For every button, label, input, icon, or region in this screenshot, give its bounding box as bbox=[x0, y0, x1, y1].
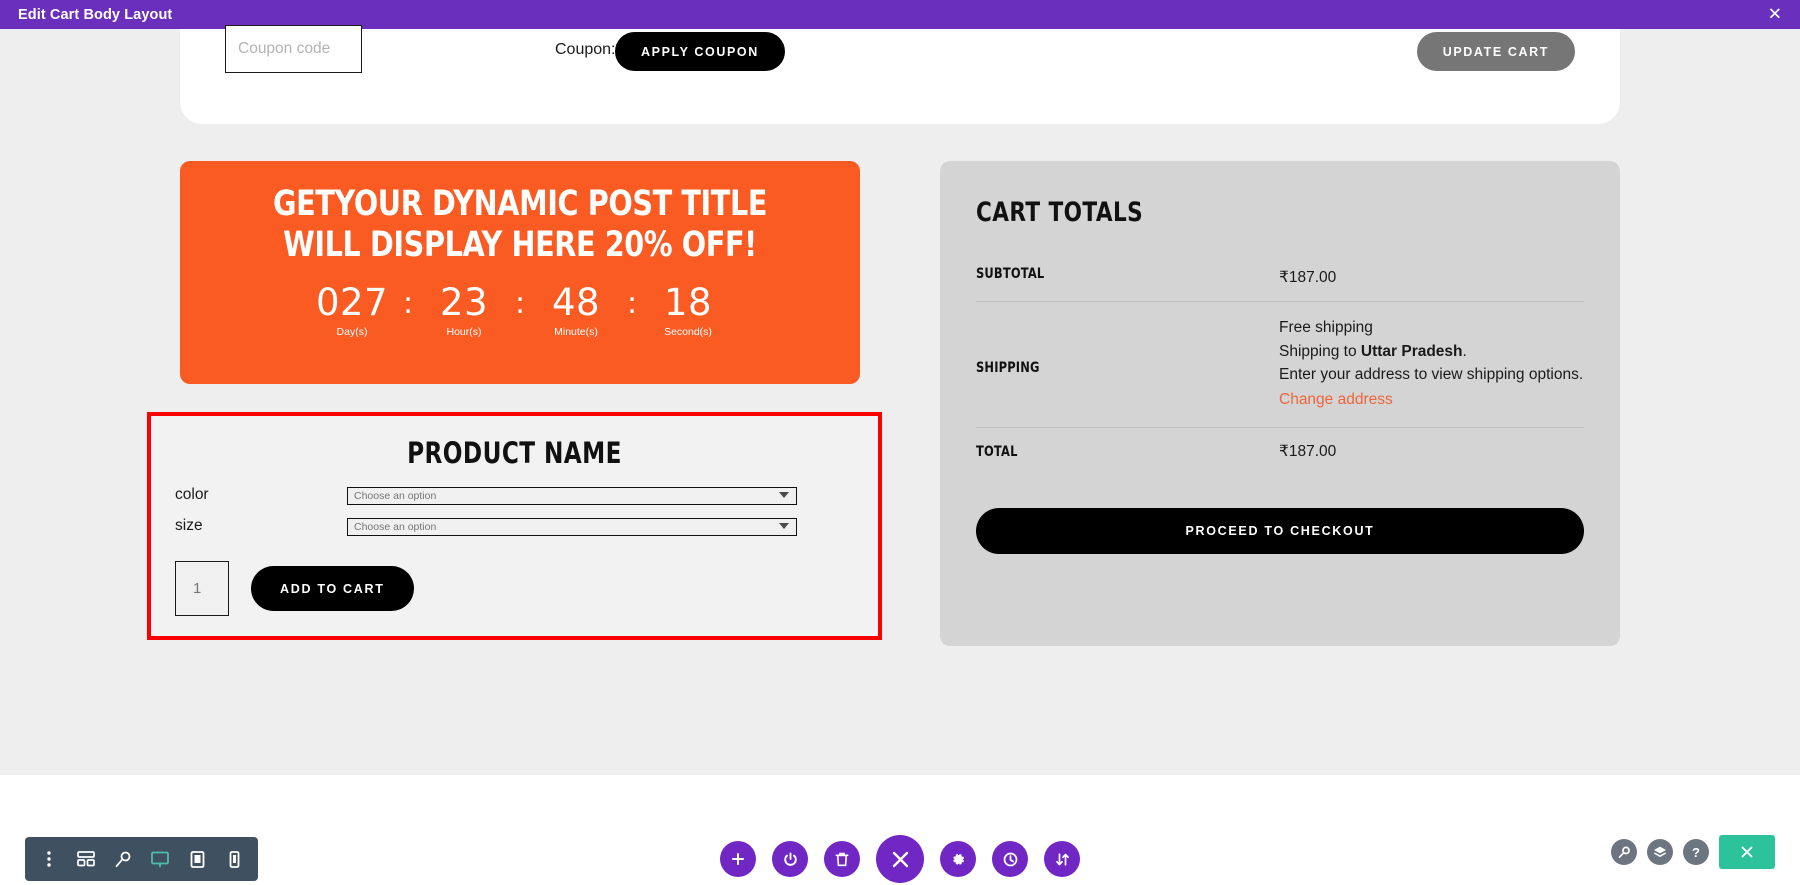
color-select-wrap bbox=[347, 486, 797, 505]
close-icon[interactable] bbox=[876, 835, 924, 883]
attribute-label: size bbox=[175, 517, 203, 534]
shipping-note: Enter your address to view shipping opti… bbox=[1279, 365, 1584, 383]
coupon-card: Coupon: APPLY COUPON UPDATE CART bbox=[180, 25, 1620, 124]
editor-help-toolbar: ? bbox=[1611, 835, 1775, 869]
tablet-icon[interactable] bbox=[181, 842, 213, 876]
add-to-cart-button[interactable]: ADD TO CART bbox=[251, 566, 414, 611]
cart-totals-title: CART TOTALS bbox=[976, 197, 1144, 228]
more-vertical-icon[interactable] bbox=[33, 842, 65, 876]
shipping-to-suffix: . bbox=[1462, 342, 1467, 360]
left-column: GETYOUR DYNAMIC POST TITLE WILL DISPLAY … bbox=[147, 161, 882, 640]
shipping-label: SHIPPING bbox=[976, 360, 1040, 377]
shipping-region: Uttar Pradesh bbox=[1360, 342, 1463, 360]
product-title: PRODUCT NAME bbox=[407, 436, 622, 470]
countdown-separator: : bbox=[514, 285, 526, 321]
coupon-input[interactable] bbox=[225, 25, 362, 73]
magnifier-icon[interactable] bbox=[107, 842, 139, 876]
size-select-wrap bbox=[347, 517, 797, 536]
countdown-unit-minutes: 48 Minute(s) bbox=[533, 280, 619, 339]
editor-actions-toolbar bbox=[720, 835, 1080, 883]
exit-editor-button[interactable] bbox=[1719, 835, 1775, 869]
sort-arrows-icon[interactable] bbox=[1044, 841, 1080, 877]
countdown-value: 23 bbox=[439, 280, 489, 324]
cart-totals-panel: CART TOTALS SUBTOTAL ₹187.00 SHIPPING Fr… bbox=[940, 161, 1620, 646]
table-row-subtotal: SUBTOTAL ₹187.00 bbox=[976, 254, 1584, 301]
gear-icon[interactable] bbox=[940, 841, 976, 877]
proceed-to-checkout-button[interactable]: PROCEED TO CHECKOUT bbox=[976, 507, 1584, 554]
countdown-timer: 027 Day(s) : 23 Hour(s) : 48 Minute(s) : bbox=[180, 280, 860, 339]
close-icon[interactable]: ✕ bbox=[1768, 6, 1782, 23]
change-address-link[interactable]: Change address bbox=[1279, 388, 1393, 411]
help-icon[interactable]: ? bbox=[1683, 839, 1709, 865]
product-widget-selected[interactable]: PRODUCT NAME color size bbox=[147, 412, 882, 640]
shipping-destination: Shipping to Uttar Pradesh. bbox=[1279, 340, 1583, 363]
total-value: ₹187.00 bbox=[1279, 443, 1337, 461]
attribute-label: color bbox=[175, 486, 209, 503]
countdown-label: Minute(s) bbox=[554, 326, 598, 339]
apply-coupon-button[interactable]: APPLY COUPON bbox=[615, 32, 785, 71]
page-canvas: Coupon: APPLY COUPON UPDATE CART GETYOUR… bbox=[0, 25, 1800, 775]
trash-icon[interactable] bbox=[824, 841, 860, 877]
layout-icon[interactable] bbox=[70, 842, 102, 876]
countdown-label: Second(s) bbox=[664, 326, 712, 339]
color-select[interactable] bbox=[347, 487, 797, 505]
table-row-total: TOTAL ₹187.00 bbox=[976, 427, 1584, 475]
attribute-row-color: color bbox=[151, 486, 878, 505]
quantity-row: ADD TO CART bbox=[151, 561, 878, 616]
power-icon[interactable] bbox=[772, 841, 808, 877]
zoom-icon[interactable] bbox=[1611, 839, 1637, 865]
mobile-icon[interactable] bbox=[218, 842, 250, 876]
editor-root: Edit Cart Body Layout ✕ Coupon: APPLY CO… bbox=[0, 0, 1800, 885]
promo-banner: GETYOUR DYNAMIC POST TITLE WILL DISPLAY … bbox=[180, 161, 860, 384]
promo-title: GETYOUR DYNAMIC POST TITLE WILL DISPLAY … bbox=[272, 184, 768, 266]
page-title: Edit Cart Body Layout bbox=[18, 6, 173, 23]
countdown-label: Hour(s) bbox=[446, 326, 482, 339]
coupon-label: Coupon: bbox=[555, 41, 616, 58]
countdown-unit-seconds: 18 Second(s) bbox=[645, 280, 731, 339]
countdown-value: 48 bbox=[551, 280, 601, 324]
table-row-shipping: SHIPPING Free shipping Shipping to Uttar… bbox=[976, 301, 1584, 427]
quantity-input[interactable] bbox=[175, 561, 229, 616]
responsive-toolbar bbox=[25, 837, 258, 881]
shipping-to-prefix: Shipping to bbox=[1279, 342, 1361, 360]
countdown-unit-days: 027 Day(s) bbox=[309, 280, 395, 339]
subtotal-value: ₹187.00 bbox=[1279, 269, 1337, 286]
attribute-row-size: size bbox=[151, 517, 878, 536]
size-select[interactable] bbox=[347, 518, 797, 536]
countdown-separator: : bbox=[626, 285, 638, 321]
countdown-unit-hours: 23 Hour(s) bbox=[421, 280, 507, 339]
free-shipping-text: Free shipping bbox=[1279, 319, 1373, 337]
editor-bottom-bar: ? bbox=[0, 775, 1800, 885]
countdown-value: 027 bbox=[315, 280, 389, 324]
shipping-value: Free shipping Shipping to Uttar Pradesh.… bbox=[1279, 316, 1583, 411]
plus-icon[interactable] bbox=[720, 841, 756, 877]
history-icon[interactable] bbox=[992, 841, 1028, 877]
update-cart-button[interactable]: UPDATE CART bbox=[1416, 32, 1575, 71]
desktop-icon[interactable] bbox=[144, 842, 176, 876]
subtotal-label: SUBTOTAL bbox=[976, 266, 1045, 282]
countdown-value: 18 bbox=[663, 280, 713, 324]
cart-totals-table: SUBTOTAL ₹187.00 SHIPPING Free shipping … bbox=[976, 254, 1584, 476]
countdown-separator: : bbox=[402, 285, 414, 321]
total-label: TOTAL bbox=[976, 443, 1018, 460]
layers-icon[interactable] bbox=[1647, 839, 1673, 865]
countdown-label: Day(s) bbox=[336, 326, 368, 339]
